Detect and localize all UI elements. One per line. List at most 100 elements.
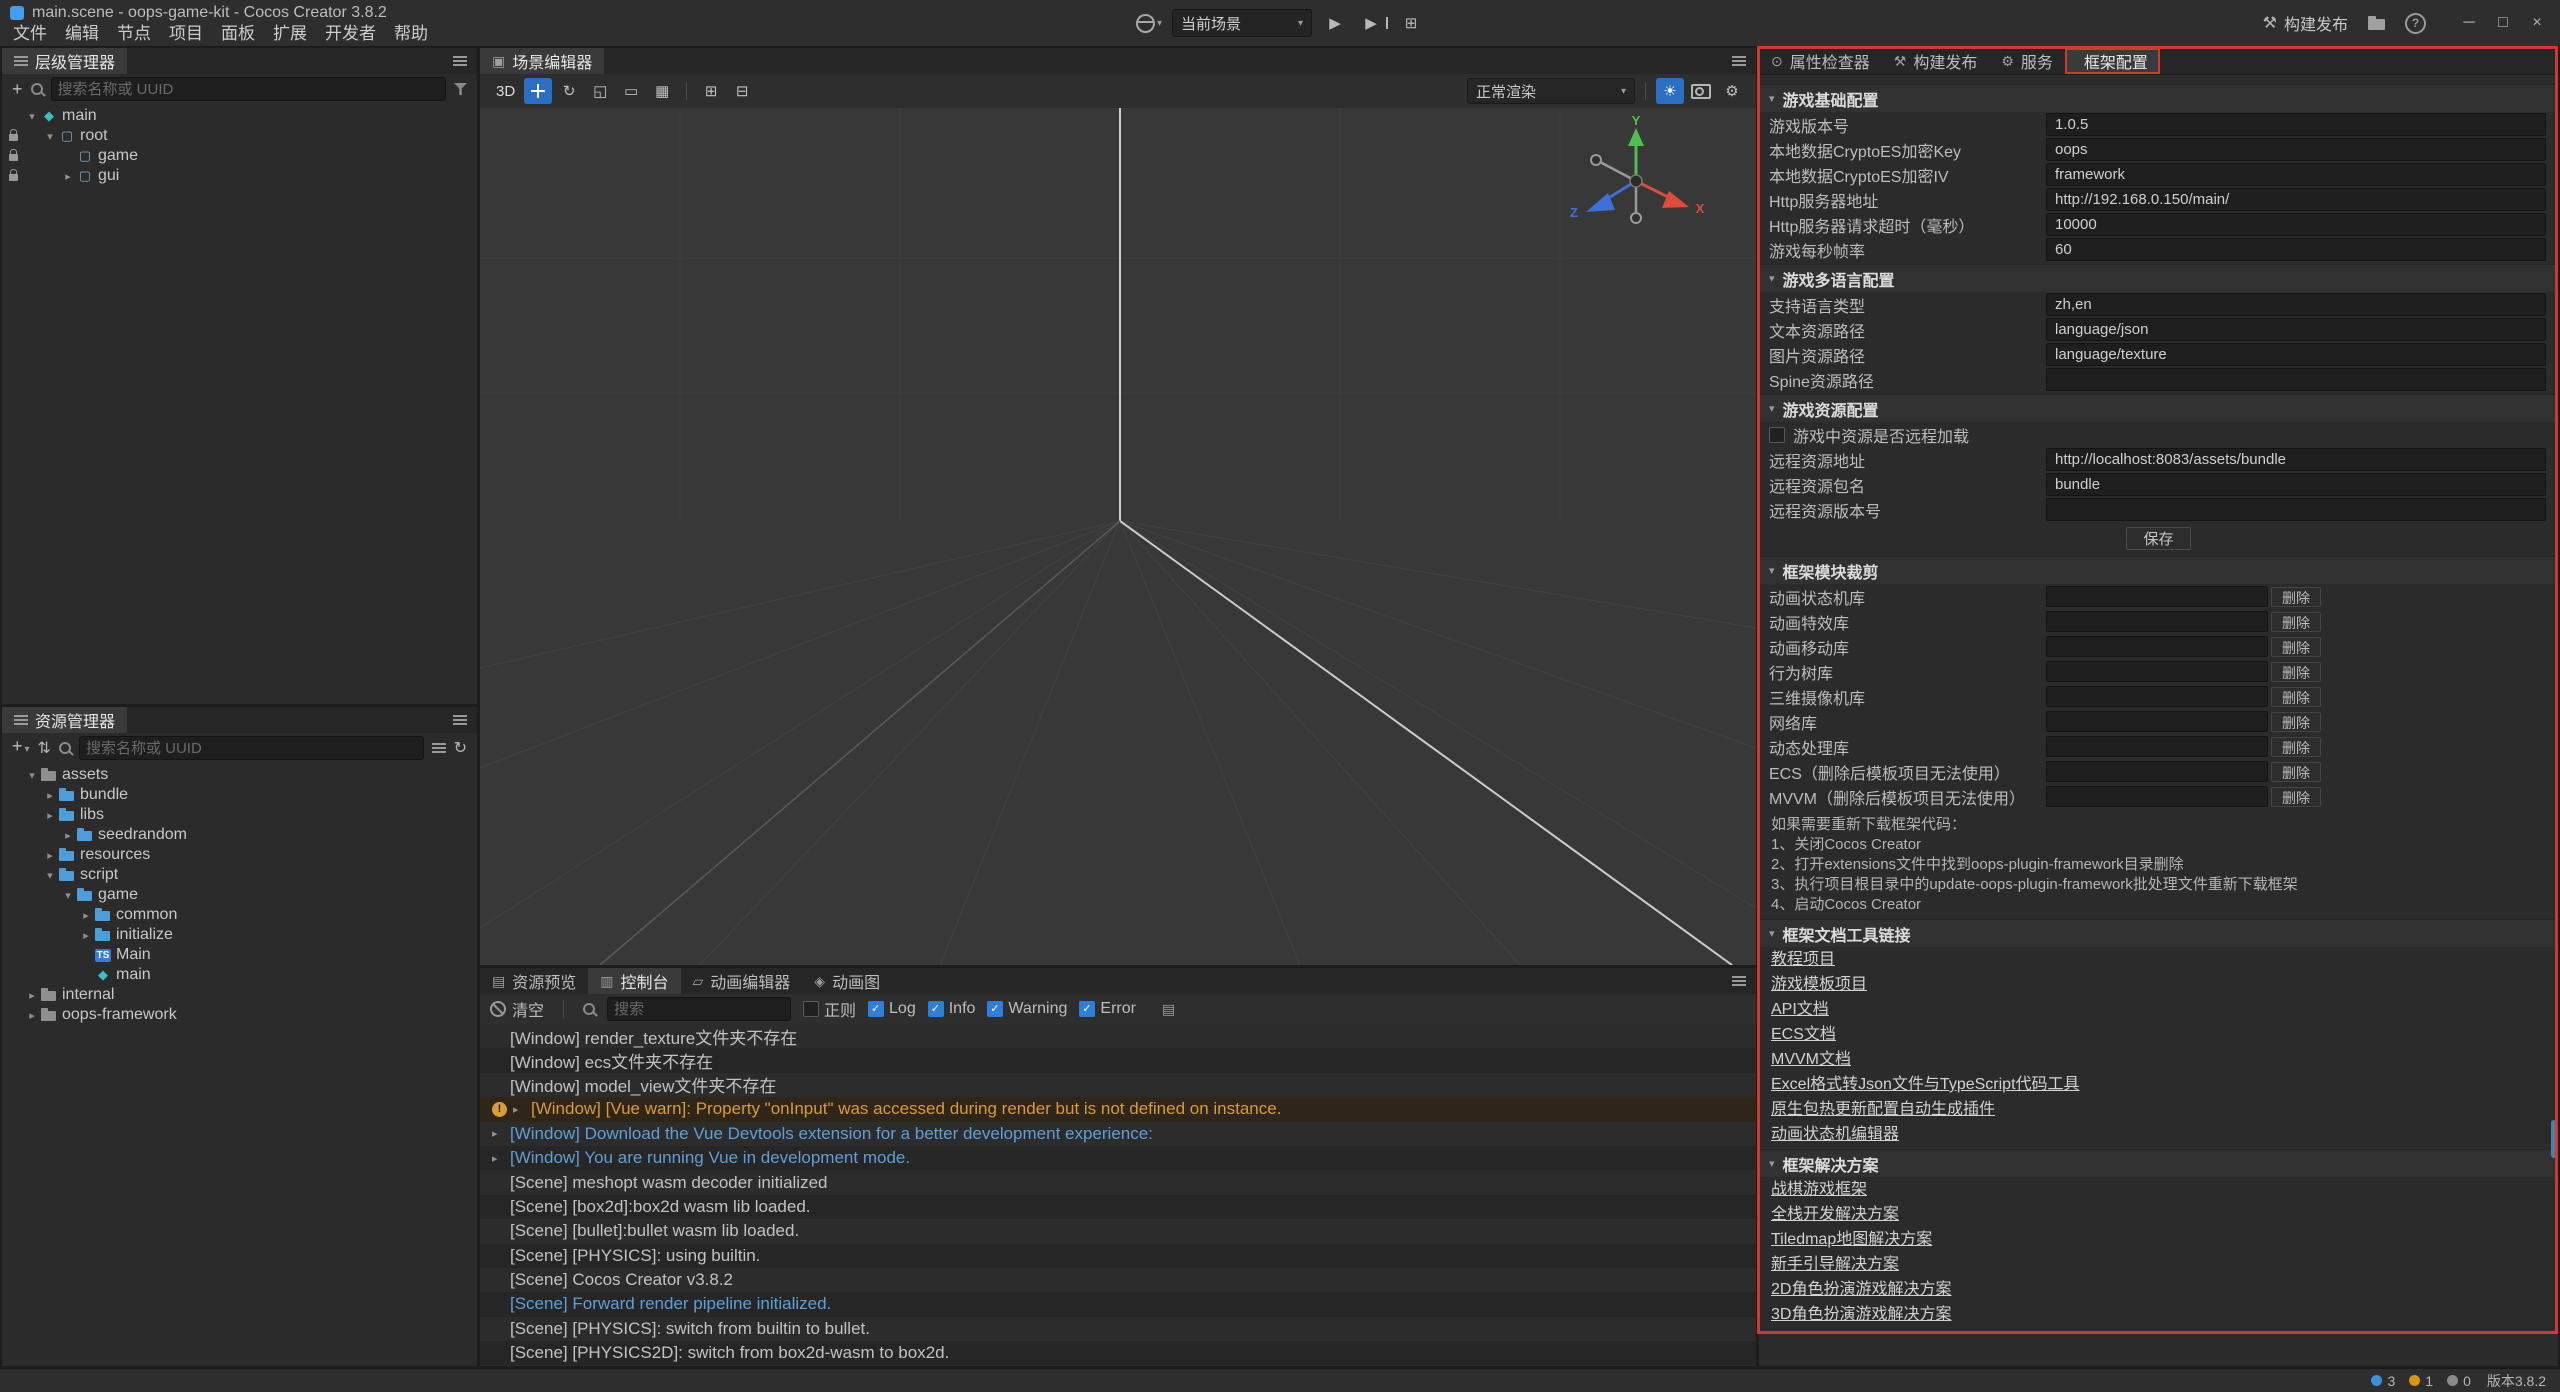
field-input[interactable] xyxy=(2046,368,2546,391)
tree-row[interactable]: ▸ libs xyxy=(2,805,477,825)
open-project-folder-icon[interactable] xyxy=(2368,19,2385,30)
3d-mode-toggle[interactable]: 3D xyxy=(490,78,521,104)
delete-button[interactable]: 删除 xyxy=(2271,687,2321,707)
log-row[interactable]: ! ▸ [Window] Download the Vue Devtools e… xyxy=(480,1122,1756,1146)
expand-icon[interactable]: ▾ xyxy=(24,110,40,123)
expand-icon[interactable]: ▸ xyxy=(42,849,58,862)
log-row[interactable]: ! ▸ [Scene] [box2d]:box2d wasm lib loade… xyxy=(480,1195,1756,1219)
delete-button[interactable]: 删除 xyxy=(2271,587,2321,607)
tree-row[interactable]: ▸ seedrandom xyxy=(2,825,477,845)
tab-scene-editor[interactable]: 场景编辑器 xyxy=(480,48,604,74)
menu-item[interactable]: 文件 xyxy=(4,22,56,46)
delete-button[interactable]: 删除 xyxy=(2271,762,2321,782)
menu-item[interactable]: 开发者 xyxy=(316,22,385,46)
panel-tab[interactable]: 框架配置 xyxy=(2065,48,2160,74)
refresh-icon[interactable]: ↻ xyxy=(454,738,467,758)
expand-icon[interactable]: ▸ xyxy=(78,929,94,942)
expand-icon[interactable]: ▸ xyxy=(513,1103,531,1116)
doc-link[interactable]: 战棋游戏框架 xyxy=(1759,1177,2558,1202)
log-filter-checkbox[interactable]: Error xyxy=(1079,1000,1136,1018)
tree-row[interactable]: ▾ game xyxy=(2,885,477,905)
tree-row[interactable]: Main xyxy=(2,945,477,965)
log-row[interactable]: ! ▸ [Scene] [bullet]:bullet wasm lib loa… xyxy=(480,1219,1756,1243)
tree-row[interactable]: ▾ assets xyxy=(2,765,477,785)
expand-icon[interactable]: ▾ xyxy=(60,889,76,902)
doc-link[interactable]: 原生包热更新配置自动生成插件 xyxy=(1759,1097,2558,1122)
close-button[interactable]: × xyxy=(2520,0,2554,46)
delete-button[interactable]: 删除 xyxy=(2271,612,2321,632)
build-publish-button[interactable]: ⚒ 构建发布 xyxy=(2263,11,2348,35)
scene-light-toggle[interactable]: ☀ xyxy=(1656,78,1684,104)
doc-link[interactable]: API文档 xyxy=(1759,997,2558,1022)
tree-row[interactable]: ▸ resources xyxy=(2,845,477,865)
panel-menu-icon[interactable] xyxy=(453,719,467,721)
panel-menu-icon[interactable] xyxy=(453,60,467,62)
panel-tab[interactable]: 资源预览 xyxy=(480,968,588,994)
remote-load-checkbox[interactable] xyxy=(1769,427,1785,443)
tab-hierarchy[interactable]: 层级管理器 xyxy=(2,48,127,74)
doc-link[interactable]: 动画状态机编辑器 xyxy=(1759,1122,2558,1147)
create-asset-button[interactable]: +▾ xyxy=(12,737,30,759)
section-doc-links[interactable]: ▾ 框架文档工具链接 xyxy=(1759,919,2558,947)
scene-camera-button[interactable] xyxy=(1687,78,1715,104)
panel-tab[interactable]: 动画图 xyxy=(802,968,892,994)
clear-console-button[interactable]: 清空 xyxy=(490,997,544,1021)
section-basic-config[interactable]: ▾ 游戏基础配置 xyxy=(1759,84,2558,112)
field-input[interactable] xyxy=(2046,163,2546,186)
expand-icon[interactable]: ▾ xyxy=(42,869,58,882)
maximize-button[interactable]: □ xyxy=(2486,0,2520,46)
scene-settings-button[interactable]: ⚙ xyxy=(1718,78,1746,104)
log-row[interactable]: ! ▸ [Scene] [PHYSICS]: using builtin. xyxy=(480,1244,1756,1268)
preview-platform-button[interactable]: ▾ xyxy=(1136,14,1162,33)
filter-icon[interactable] xyxy=(454,83,467,95)
panel-tab[interactable]: 动画编辑器 xyxy=(681,968,803,994)
log-filter-checkbox[interactable]: Info xyxy=(928,1000,976,1018)
add-node-button[interactable]: + xyxy=(12,80,23,98)
snap-toggle-button[interactable]: ⊟ xyxy=(728,78,756,104)
field-input[interactable] xyxy=(2046,213,2546,236)
tree-row[interactable]: ▸ bundle xyxy=(2,785,477,805)
log-row[interactable]: ! ▸ [Window] You are running Vue in deve… xyxy=(480,1146,1756,1170)
sort-icon[interactable] xyxy=(432,747,446,749)
expand-icon[interactable]: ▸ xyxy=(78,909,94,922)
regex-checkbox[interactable]: 正则 xyxy=(803,997,856,1021)
gizmo-tool-button[interactable]: ▦ xyxy=(648,78,676,104)
panel-tab[interactable]: 控制台 xyxy=(588,968,680,994)
delete-button[interactable]: 删除 xyxy=(2271,712,2321,732)
log-filter-checkbox[interactable]: Log xyxy=(868,1000,916,1018)
assets-search-input[interactable] xyxy=(79,736,424,760)
log-row[interactable]: ! ▸ [Scene] Forward render pipeline init… xyxy=(480,1292,1756,1316)
expand-icon[interactable]: ▸ xyxy=(60,170,76,183)
tree-row[interactable]: ▸ common xyxy=(2,905,477,925)
doc-link[interactable]: 2D角色扮演游戏解决方案 xyxy=(1759,1277,2558,1302)
expand-icon[interactable]: ▸ xyxy=(42,809,58,822)
doc-link[interactable]: Excel格式转Json文件与TypeScript代码工具 xyxy=(1759,1072,2558,1097)
step-button[interactable]: ▶ xyxy=(1358,10,1388,36)
export-log-icon[interactable] xyxy=(1162,1001,1175,1018)
log-row[interactable]: ! ▸ [Window] ecs文件夹不存在 xyxy=(480,1048,1756,1072)
log-row[interactable]: ! ▸ [Window] render_texture文件夹不存在 xyxy=(480,1024,1756,1048)
delete-button[interactable]: 删除 xyxy=(2271,787,2321,807)
section-resource-config[interactable]: ▾ 游戏资源配置 xyxy=(1759,394,2558,422)
axis-gizmo[interactable]: Y X Z xyxy=(1556,116,1716,256)
log-row[interactable]: ! ▸ [Window] model_view文件夹不存在 xyxy=(480,1073,1756,1097)
menu-item[interactable]: 扩展 xyxy=(264,22,316,46)
doc-link[interactable]: 3D角色扮演游戏解决方案 xyxy=(1759,1302,2558,1327)
log-row[interactable]: ! ▸ [Scene] [PHYSICS]: switch from built… xyxy=(480,1317,1756,1341)
scrollbar-thumb[interactable] xyxy=(2551,1120,2557,1158)
panel-menu-icon[interactable] xyxy=(1732,60,1746,62)
field-input[interactable] xyxy=(2046,343,2546,366)
log-row[interactable]: ! ▸ [Scene] [PHYSICS2D]: switch from box… xyxy=(480,1341,1756,1365)
tree-row[interactable]: ▸ internal xyxy=(2,985,477,1005)
section-i18n-config[interactable]: ▾ 游戏多语言配置 xyxy=(1759,264,2558,292)
field-input[interactable] xyxy=(2046,448,2546,471)
doc-link[interactable]: 教程项目 xyxy=(1759,947,2558,972)
minimize-button[interactable]: ─ xyxy=(2452,0,2486,46)
delete-button[interactable]: 删除 xyxy=(2271,662,2321,682)
tree-row[interactable]: ▸ initialize xyxy=(2,925,477,945)
move-tool-button[interactable] xyxy=(524,78,552,104)
tree-row[interactable]: ▾ main xyxy=(2,106,477,126)
expand-icon[interactable]: ▾ xyxy=(42,130,58,143)
menu-item[interactable]: 项目 xyxy=(160,22,212,46)
field-input[interactable] xyxy=(2046,293,2546,316)
